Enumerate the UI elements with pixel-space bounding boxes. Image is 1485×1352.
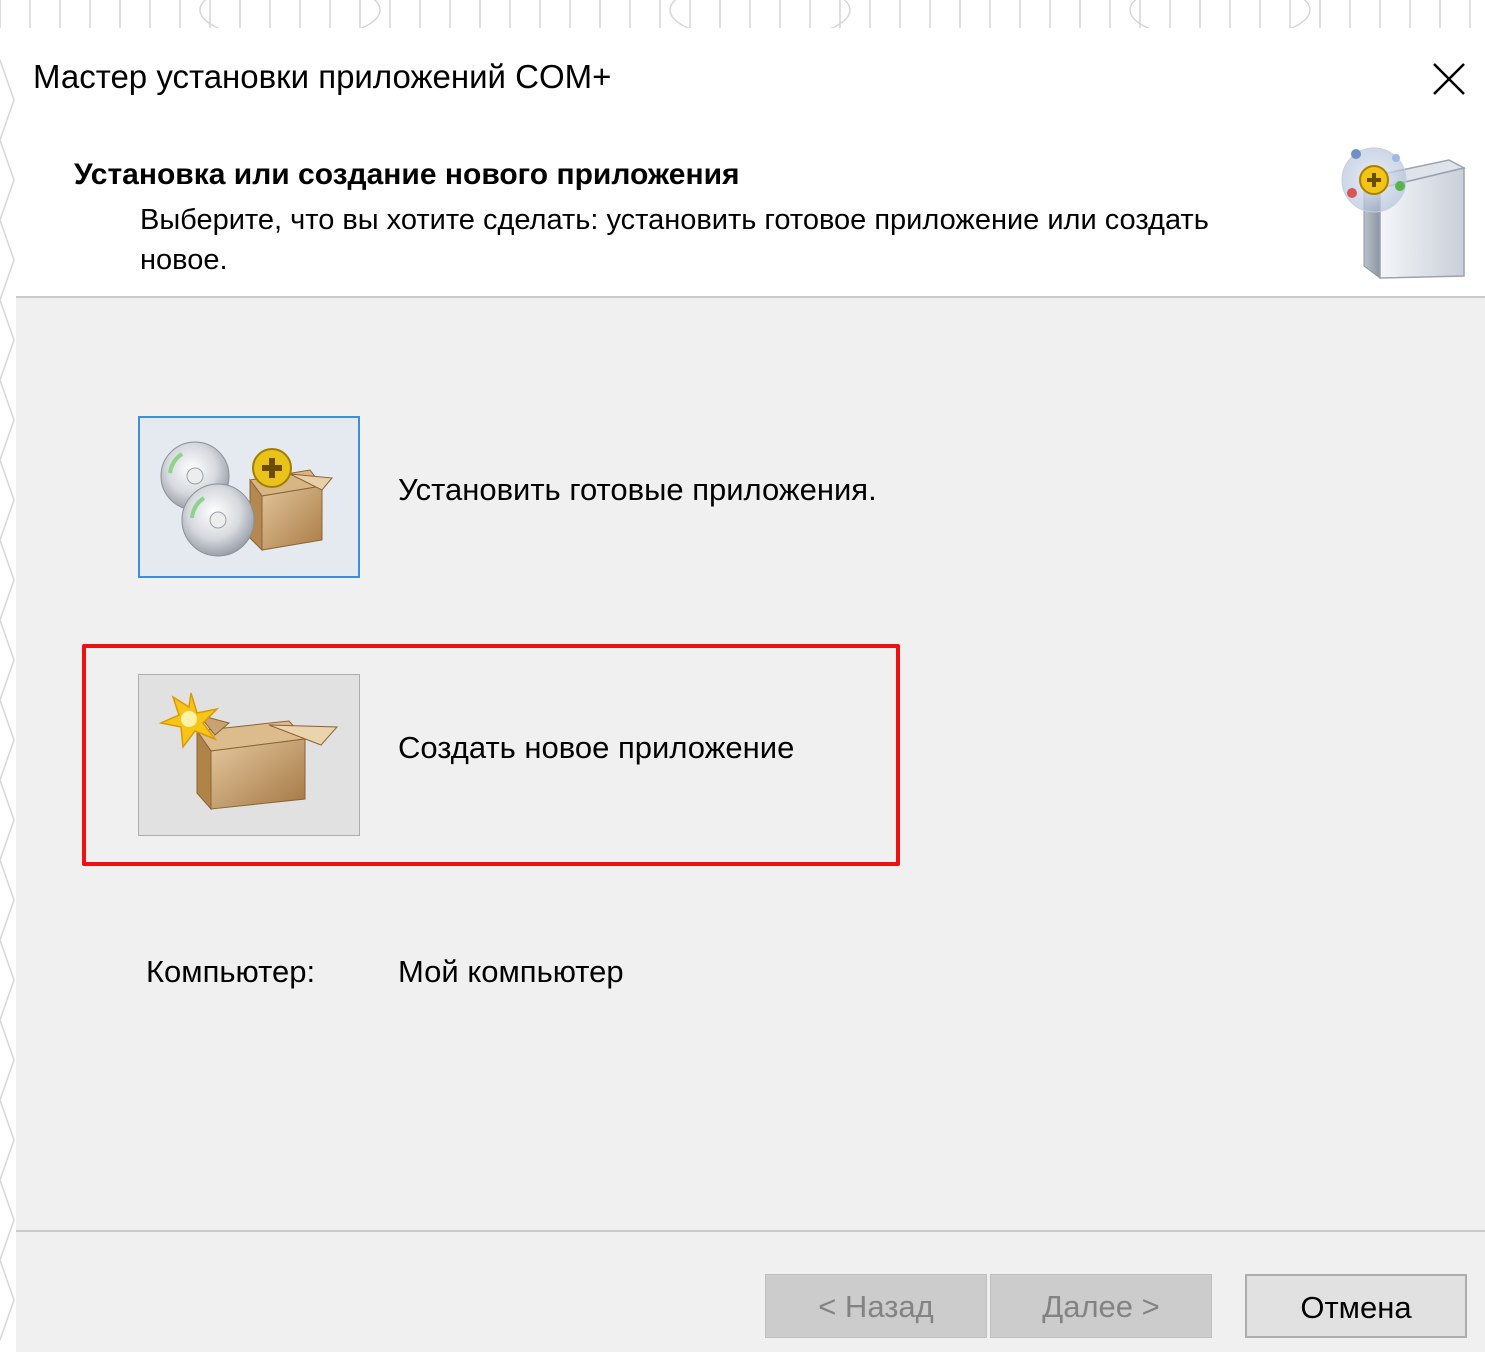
close-button[interactable] [1420, 50, 1478, 108]
wizard-body: Установить готовые приложения. Создать н… [16, 298, 1485, 1230]
com-plus-wizard-icon [1341, 147, 1467, 279]
computer-value: Мой компьютер [398, 954, 624, 989]
create-new-option[interactable]: Создать новое приложение [138, 674, 938, 836]
close-icon [1433, 63, 1465, 95]
install-prebuilt-option[interactable]: Установить готовые приложения. [138, 416, 938, 578]
page-title: Установка или создание нового приложения [74, 158, 740, 191]
wizard-footer: < Назад Далее > Отмена [16, 1232, 1485, 1352]
page-subtitle: Выберите, что вы хотите сделать: установ… [140, 204, 1209, 276]
install-discs-box-icon [160, 441, 333, 557]
wizard-header: Установка или создание нового приложения… [16, 128, 1485, 296]
create-new-button[interactable] [138, 674, 360, 836]
window-title: Мастер установки приложений COM+ [33, 58, 612, 95]
computer-label: Компьютер: [146, 954, 316, 989]
new-box-star-icon [158, 692, 339, 811]
back-button[interactable]: < Назад [765, 1274, 987, 1338]
wizard-window: Мастер установки приложений COM+ Установ… [16, 28, 1485, 1352]
install-prebuilt-label[interactable]: Установить готовые приложения. [398, 472, 877, 508]
title-bar: Мастер установки приложений COM+ [16, 28, 1485, 128]
install-prebuilt-button[interactable] [138, 416, 360, 578]
create-new-label[interactable]: Создать новое приложение [398, 730, 794, 766]
next-button[interactable]: Далее > [990, 1274, 1212, 1338]
cancel-button[interactable]: Отмена [1245, 1274, 1467, 1338]
